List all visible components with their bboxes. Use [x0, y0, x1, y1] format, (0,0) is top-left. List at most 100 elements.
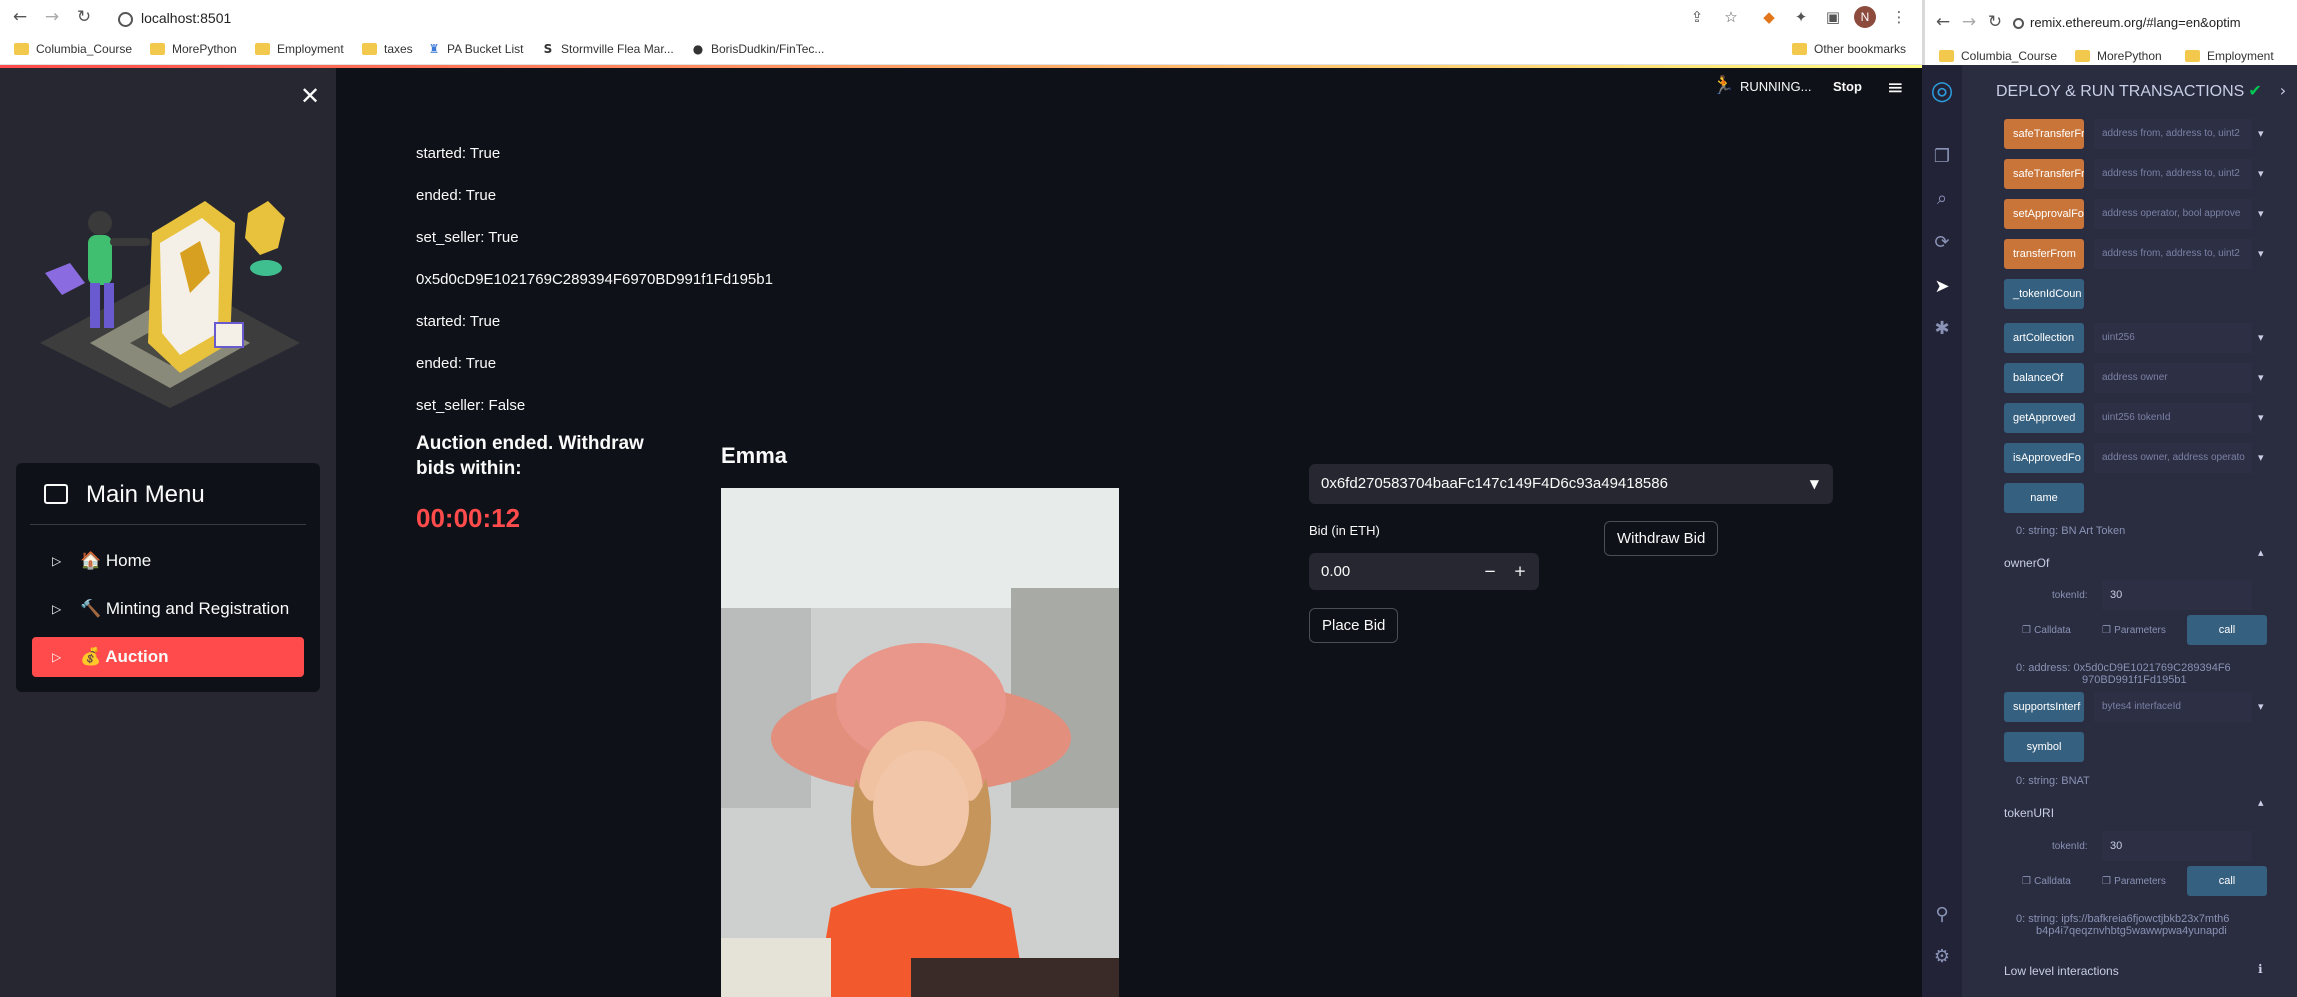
chevron-down-icon[interactable]: ▾	[2258, 411, 2270, 424]
fn-params-input[interactable]: address owner, address operato	[2094, 443, 2252, 473]
folder-icon	[1939, 49, 1954, 62]
bookmark-github[interactable]: ● BorisDudkin/FinTec...	[690, 38, 825, 60]
fn-name[interactable]: name	[2004, 483, 2084, 513]
bookmark-pa-bucket[interactable]: ♜ PA Bucket List	[426, 38, 524, 60]
fn-params-input[interactable]: address from, address to, uint2	[2094, 119, 2252, 149]
chevron-down-icon[interactable]: ▾	[2258, 167, 2270, 180]
chevron-down-icon[interactable]: ▾	[2258, 331, 2270, 344]
calldata-copy[interactable]: ❐ Calldata	[2022, 625, 2071, 636]
reload-icon[interactable]: ↻	[72, 5, 96, 29]
folder-icon	[362, 42, 377, 55]
bookmark-morepython[interactable]: MorePython	[150, 38, 237, 60]
menu-divider	[30, 524, 306, 525]
extensions-icon[interactable]: ✦	[1790, 6, 1812, 28]
ownerOf-tokenId-input[interactable]: 30	[2102, 580, 2252, 610]
metamask-icon[interactable]: ◆	[1758, 6, 1780, 28]
chevron-down-icon[interactable]: ▾	[2258, 247, 2270, 260]
chevron-down-icon[interactable]: ▾	[2258, 207, 2270, 220]
bookmark-employment[interactable]: Employment	[2185, 45, 2274, 67]
decrement-icon[interactable]: −	[1475, 553, 1505, 590]
bookmark-taxes[interactable]: taxes	[362, 38, 413, 60]
chevron-down-icon[interactable]: ▾	[2258, 371, 2270, 384]
fn-safeTransferFrom-2[interactable]: safeTransferFr	[2004, 159, 2084, 189]
fn-symbol[interactable]: symbol	[2004, 732, 2084, 762]
file-explorer-icon[interactable]: ❐	[1930, 145, 1954, 169]
menu-item-auction[interactable]: ▷ 💰 Auction	[32, 637, 304, 677]
fn-params-input[interactable]: address owner	[2094, 363, 2252, 393]
bookmark-morepython[interactable]: MorePython	[2075, 45, 2162, 67]
fn-params-input[interactable]: address operator, bool approve	[2094, 199, 2252, 229]
back-icon[interactable]: ←	[8, 5, 32, 29]
account-select[interactable]: 0x6fd270583704baaFc147c149F4D6c93a494185…	[1309, 464, 1833, 504]
bookmark-employment[interactable]: Employment	[255, 38, 344, 60]
panel-arrow-icon[interactable]: ›	[2280, 81, 2286, 100]
search-icon[interactable]: ⌕	[1930, 187, 1954, 211]
menu-item-minting[interactable]: ▷ 🔨 Minting and Registration	[32, 589, 304, 629]
chevron-down-icon[interactable]: ▾	[2258, 700, 2270, 713]
fn-params-input[interactable]: uint256	[2094, 323, 2252, 353]
address-bar[interactable]: localhost:8501	[118, 6, 231, 30]
parameters-copy[interactable]: ❐ Parameters	[2102, 876, 2166, 887]
sidepanel-icon[interactable]: ▣	[1822, 6, 1844, 28]
compiler-icon[interactable]: ⟳	[1930, 231, 1954, 255]
withdraw-bid-button[interactable]: Withdraw Bid	[1604, 521, 1719, 556]
menu-item-home[interactable]: ▷ 🏠 Home	[32, 541, 304, 581]
chevron-up-icon[interactable]: ▴	[2258, 796, 2270, 809]
back-icon[interactable]: ←	[1931, 10, 1955, 34]
deploy-icon[interactable]: ➤	[1930, 275, 1954, 299]
running-status: RUNNING...	[1740, 79, 1812, 94]
fn-isApprovedForAll[interactable]: isApprovedFo	[2004, 443, 2084, 473]
fn-setApprovalForAll[interactable]: setApprovalFo	[2004, 199, 2084, 229]
fn-balanceOf[interactable]: balanceOf	[2004, 363, 2084, 393]
fn-params-input[interactable]: bytes4 interfaceId	[2094, 692, 2252, 722]
folder-icon	[2185, 49, 2200, 62]
bookmark-columbia[interactable]: Columbia_Course	[14, 38, 132, 60]
fn-artCollection[interactable]: artCollection	[2004, 323, 2084, 353]
dropdown-caret-icon: ▼	[1809, 477, 1819, 491]
remix-logo-icon[interactable]: ◎	[1930, 78, 1954, 104]
calldata-copy[interactable]: ❐ Calldata	[2022, 876, 2071, 887]
ownerOf-call-button[interactable]: call	[2187, 615, 2267, 645]
remix-panel-title: DEPLOY & RUN TRANSACTIONS ✔ ›	[1996, 81, 2287, 100]
ownerOf-param-label: tokenId:	[2052, 590, 2088, 601]
tokenURI-tokenId-input[interactable]: 30	[2102, 831, 2252, 861]
tokenURI-call-button[interactable]: call	[2187, 866, 2267, 896]
fn-tokenIdCounter[interactable]: _tokenIdCoun	[2004, 279, 2084, 309]
bookmark-other[interactable]: Other bookmarks	[1792, 38, 1906, 60]
address-bar[interactable]: remix.ethereum.org/#lang=en&optim	[2013, 11, 2241, 35]
fn-params-input[interactable]: uint256 tokenId	[2094, 403, 2252, 433]
share-icon[interactable]: ⇪	[1686, 6, 1708, 28]
fn-transferFrom[interactable]: transferFrom	[2004, 239, 2084, 269]
forward-icon[interactable]: →	[40, 5, 64, 29]
reload-icon[interactable]: ↻	[1983, 10, 2007, 34]
avatar[interactable]: N	[1854, 6, 1876, 28]
place-bid-button[interactable]: Place Bid	[1309, 608, 1399, 643]
bookmark-columbia[interactable]: Columbia_Course	[1939, 45, 2057, 67]
fn-params-input[interactable]: address from, address to, uint2	[2094, 159, 2252, 189]
fn-safeTransferFrom-1[interactable]: safeTransferFr	[2004, 119, 2084, 149]
increment-icon[interactable]: +	[1505, 553, 1535, 590]
fn-supportsInterface[interactable]: supportsInterf	[2004, 692, 2084, 722]
parameters-copy[interactable]: ❐ Parameters	[2102, 625, 2166, 636]
chevron-down-icon[interactable]: ▾	[2258, 127, 2270, 140]
forward-icon[interactable]: →	[1957, 10, 1981, 34]
info-icon[interactable]: ℹ	[2258, 962, 2270, 976]
settings-gear-icon[interactable]: ⚙	[1930, 945, 1954, 969]
star-icon[interactable]: ☆	[1720, 6, 1742, 28]
bookmark-stormville[interactable]: S Stormville Flea Mar...	[540, 38, 674, 60]
stop-button[interactable]: Stop	[1833, 79, 1862, 94]
hamburger-menu-icon[interactable]: ≡	[1887, 75, 1904, 99]
status-line: set_seller: False	[416, 397, 526, 414]
kebab-menu-icon[interactable]: ⋮	[1888, 6, 1910, 28]
left-browser-window: ← → ↻ localhost:8501 ⇪ ☆ ◆ ✦ ▣ N ⋮ Colum…	[0, 0, 1922, 997]
chevron-down-icon[interactable]: ▾	[2258, 451, 2270, 464]
bid-input[interactable]: 0.00− +	[1309, 553, 1539, 590]
plugin-icon[interactable]: ⚲	[1930, 903, 1954, 927]
fn-params-input[interactable]: address from, address to, uint2	[2094, 239, 2252, 269]
debugger-icon[interactable]: ✱	[1930, 317, 1954, 341]
chevron-up-icon[interactable]: ▴	[2258, 546, 2270, 559]
tokenURI-title: tokenURI	[2004, 806, 2055, 820]
countdown-timer: 00:00:12	[416, 503, 521, 533]
close-sidebar-icon[interactable]: ✕	[300, 82, 320, 110]
fn-getApproved[interactable]: getApproved	[2004, 403, 2084, 433]
